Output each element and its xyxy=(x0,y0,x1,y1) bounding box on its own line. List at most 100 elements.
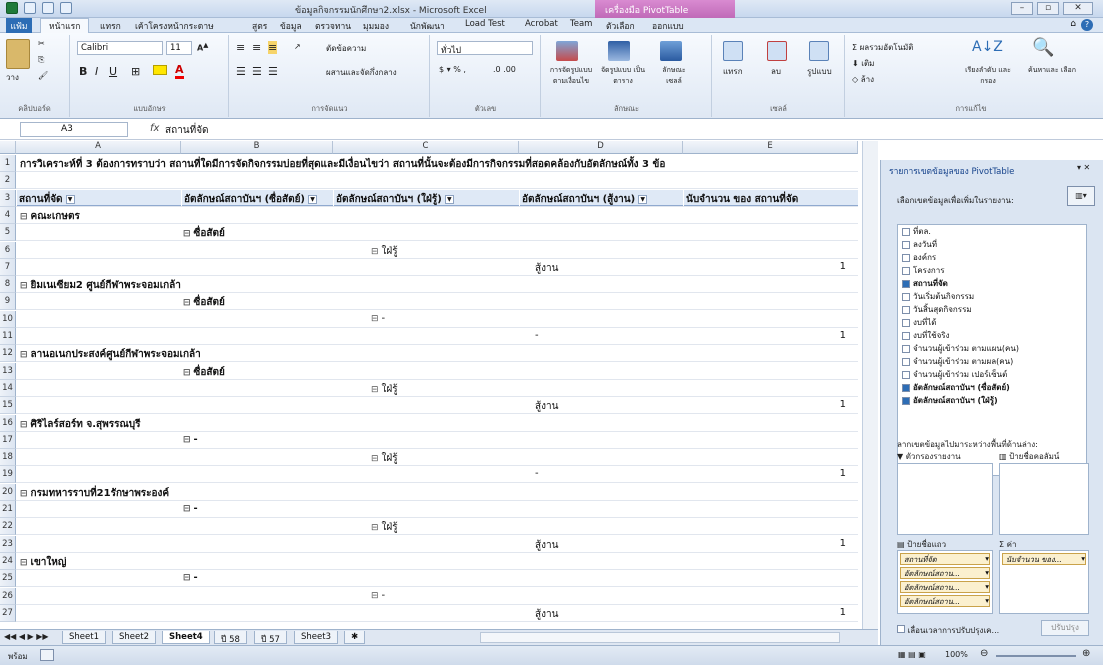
borders-icon[interactable]: ⊞ xyxy=(131,65,140,78)
sheet-nav-icon[interactable]: ◀◀ ◀ ▶ ▶▶ xyxy=(4,632,49,641)
row-header[interactable]: 22 xyxy=(0,518,16,535)
pivot-field-item[interactable]: จำนวนผู้เข้าร่วม เปอร์เซ็นต์ xyxy=(898,368,1086,381)
collapse-icon[interactable]: ⊟ xyxy=(20,558,28,568)
align-top-icon[interactable]: ≡ xyxy=(236,41,245,54)
cell-e[interactable]: 1 xyxy=(683,261,846,272)
pivot-field-item[interactable]: งบที่ใช้จริง xyxy=(898,329,1086,342)
tab-page-layout[interactable]: เค้าโครงหน้ากระดาษ xyxy=(135,19,214,33)
pivot-field-item[interactable]: วันเริ่มต้นกิจกรรม xyxy=(898,290,1086,303)
row-header[interactable]: 3 xyxy=(0,190,16,207)
cell-e[interactable]: 1 xyxy=(683,607,846,618)
minimize-button[interactable]: – xyxy=(1011,2,1033,15)
tab-insert[interactable]: แทรก xyxy=(100,19,121,33)
cell-b[interactable]: ⊟ ซื่อสัตย์ xyxy=(183,295,225,310)
sheet-tab-57[interactable]: ปี 57 xyxy=(254,631,287,645)
tab-options[interactable]: ตัวเลือก xyxy=(606,19,635,33)
pivot-header-cell[interactable]: นับจำนวน ของ สถานที่จัด xyxy=(684,190,858,206)
row-header[interactable]: 27 xyxy=(0,605,16,622)
tab-acrobat[interactable]: Acrobat xyxy=(525,19,558,29)
format-cells-icon[interactable] xyxy=(809,41,829,61)
values-area[interactable]: นับจำนวน ของ... ▾ xyxy=(999,550,1089,614)
autosum-button[interactable]: Σ ผลรวมอัตโนมัติ xyxy=(852,41,914,54)
sort-filter-icon[interactable]: A↓Z xyxy=(972,39,1003,55)
cell-a[interactable]: ⊟ ศิริไลร์สอร์ท จ.สุพรรณบุรี xyxy=(20,417,140,432)
cell-a[interactable]: ⊟ เขาใหญ่ xyxy=(20,555,66,570)
cell-styles-icon[interactable] xyxy=(660,41,682,61)
pivot-field-item[interactable]: องค์กร xyxy=(898,251,1086,264)
paste-icon[interactable] xyxy=(6,39,30,69)
horizontal-scrollbar[interactable] xyxy=(480,632,840,643)
field-checkbox[interactable] xyxy=(902,279,910,288)
underline-icon[interactable]: U xyxy=(109,65,117,78)
filter-dropdown-icon[interactable]: ▼ xyxy=(308,194,317,204)
pivot-field-item[interactable]: โครงการ xyxy=(898,264,1086,277)
collapse-icon[interactable]: ⊟ xyxy=(371,385,379,395)
cell-d[interactable]: สู้งาน xyxy=(535,538,558,553)
merge-center-button[interactable]: ผสานและจัดกึ่งกลาง xyxy=(326,66,397,79)
row-header[interactable]: 15 xyxy=(0,397,16,414)
format-painter-icon[interactable]: 🖌 xyxy=(38,71,48,80)
tab-developer[interactable]: นักพัฒนา xyxy=(410,19,445,33)
cell-d[interactable]: สู้งาน xyxy=(535,607,558,622)
row-labels-area[interactable]: สถานที่จัด ▾ อัตลักษณ์สถาน... ▾ อัตลักษณ์สถา… xyxy=(897,550,993,614)
row-header[interactable]: 19 xyxy=(0,466,16,483)
cell-d[interactable]: สู้งาน xyxy=(535,399,558,414)
row-header[interactable]: 10 xyxy=(0,311,16,328)
cell-c[interactable]: ⊟ - xyxy=(371,313,385,324)
row-header[interactable]: 24 xyxy=(0,553,16,570)
filter-dropdown-icon[interactable]: ▼ xyxy=(444,194,454,204)
zoom-in-icon[interactable]: ⊕ xyxy=(1082,648,1090,659)
cell-e[interactable]: 1 xyxy=(683,399,846,410)
sheet-tab-sheet1[interactable]: Sheet1 xyxy=(62,631,106,644)
tab-data[interactable]: ข้อมูล xyxy=(280,19,302,33)
field-checkbox[interactable] xyxy=(902,266,910,275)
filter-dropdown-icon[interactable]: ▼ xyxy=(638,194,648,204)
cell-a[interactable]: ⊟ กรมทหารราบที่21รักษาพระองค์ xyxy=(20,486,169,501)
pivot-field-item[interactable]: จำนวนผู้เข้าร่วม ตามผล(คน) xyxy=(898,355,1086,368)
field-checkbox[interactable] xyxy=(902,357,910,366)
tab-design[interactable]: ออกแบบ xyxy=(652,19,684,33)
decimal-icon[interactable]: .0 .00 xyxy=(493,65,516,74)
name-box[interactable]: A3 xyxy=(20,122,128,137)
pivot-header-cell[interactable]: อัตลักษณ์สถาบันฯ (ซื่อสัตย์) ▼ xyxy=(182,190,333,206)
update-button[interactable]: ปรับปรุง xyxy=(1041,620,1089,636)
collapse-icon[interactable]: ⊟ xyxy=(183,368,191,378)
field-checkbox[interactable] xyxy=(902,331,910,340)
row-header[interactable]: 2 xyxy=(0,172,16,189)
clear-button[interactable]: ◇ ล้าง xyxy=(852,73,874,86)
field-checkbox[interactable] xyxy=(902,305,910,314)
row-header[interactable]: 11 xyxy=(0,328,16,345)
field-checkbox[interactable] xyxy=(902,370,910,379)
pivot-field-item[interactable]: ลงวันที่ xyxy=(898,238,1086,251)
pivot-field-item[interactable]: จำนวนผู้เข้าร่วม ตามแผน(คน) xyxy=(898,342,1086,355)
wrap-text-button[interactable]: ตัดข้อความ xyxy=(326,42,366,55)
zoom-slider[interactable] xyxy=(996,655,1076,657)
pivot-field-item[interactable]: สถานที่จัด xyxy=(898,277,1086,290)
row-header[interactable]: 23 xyxy=(0,536,16,553)
ribbon-collapse-icon[interactable]: ⌂ xyxy=(1070,19,1076,31)
macro-record-icon[interactable] xyxy=(40,649,54,661)
filter-dropdown-icon[interactable]: ▼ xyxy=(65,194,75,204)
row-header[interactable]: 16 xyxy=(0,415,16,432)
delete-cells-icon[interactable] xyxy=(767,41,787,61)
column-header-b[interactable]: B xyxy=(181,141,333,154)
row-header[interactable]: 21 xyxy=(0,501,16,518)
fill-button[interactable]: ⬇ เติม xyxy=(852,57,874,70)
cell-d[interactable]: - xyxy=(535,330,539,341)
font-color-icon[interactable]: A xyxy=(175,63,184,79)
tab-team[interactable]: Team xyxy=(570,19,592,29)
row-header[interactable]: 20 xyxy=(0,484,16,501)
cell-e[interactable]: 1 xyxy=(683,538,846,549)
pivot-field-item[interactable]: อัตลักษณ์สถาบันฯ (ใฝ่รู้) xyxy=(898,394,1086,407)
select-all-corner[interactable] xyxy=(0,141,16,154)
fill-color-icon[interactable] xyxy=(153,65,167,75)
collapse-icon[interactable]: ⊟ xyxy=(20,489,28,499)
field-checkbox[interactable] xyxy=(902,383,910,392)
worksheet-grid[interactable]: A B C D E 1 การวิเคราะห์ที่ 3 ต้องการทราบว่า ส… xyxy=(0,141,858,629)
collapse-icon[interactable]: ⊟ xyxy=(20,350,28,360)
field-checkbox[interactable] xyxy=(902,227,910,236)
collapse-icon[interactable]: ⊟ xyxy=(371,314,379,324)
row-field-chip[interactable]: อัตลักษณ์สถาน... ▾ xyxy=(900,567,990,579)
column-header-d[interactable]: D xyxy=(519,141,683,154)
cell-c[interactable]: ⊟ ใฝ่รู้ xyxy=(371,382,398,397)
